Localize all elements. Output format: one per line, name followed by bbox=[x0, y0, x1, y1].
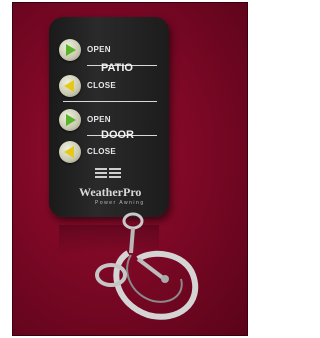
photo-frame: OPEN PATIO CLOSE OPEN DOOR CLOSE Weather… bbox=[12, 2, 248, 336]
keychain-icon bbox=[95, 212, 199, 320]
